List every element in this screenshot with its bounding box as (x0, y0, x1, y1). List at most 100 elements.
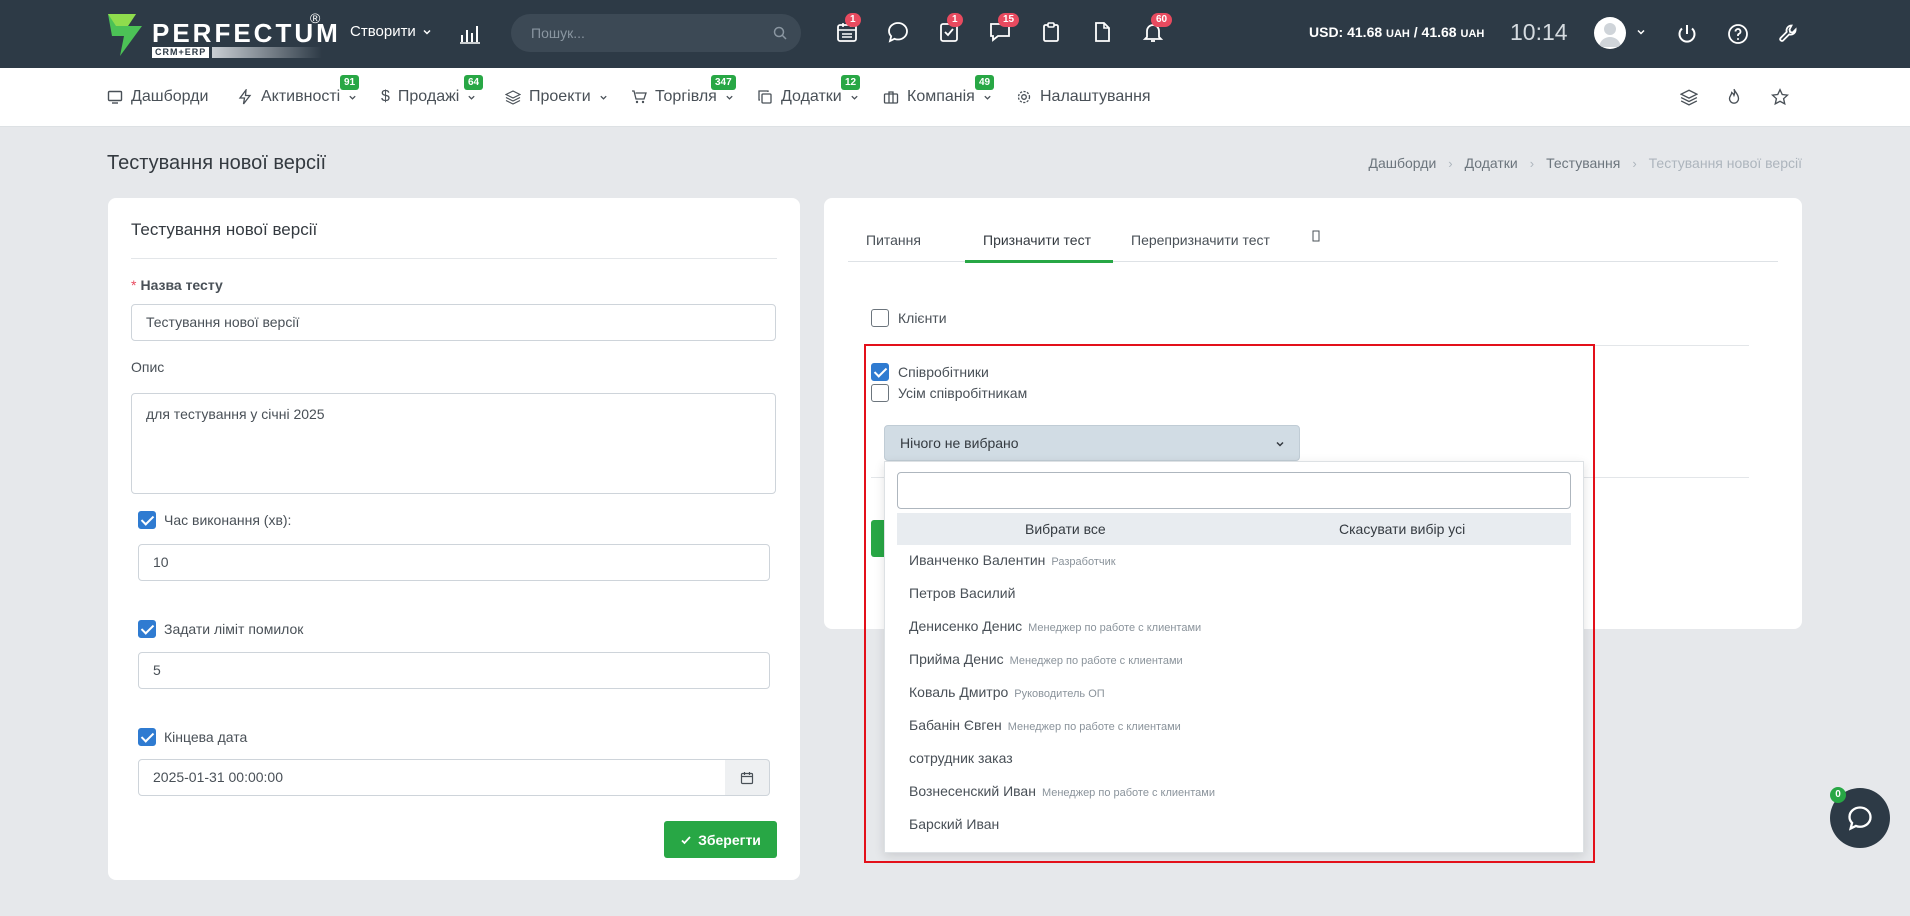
tasks-button[interactable]: 1 (937, 13, 963, 46)
highlight-frame (864, 344, 1595, 863)
top-bar: PERFECTUM ® CRM+ERP Створити 1 1 15 60 U… (0, 0, 1910, 68)
chevron-down-icon (349, 95, 356, 100)
tasks-badge: 1 (947, 13, 963, 27)
date-picker-button[interactable] (725, 759, 770, 796)
create-label: Створити (350, 23, 416, 40)
logo-subtitle: CRM+ERP (152, 47, 210, 58)
avatar[interactable] (1594, 17, 1626, 49)
menu-label: Торгівля (655, 88, 717, 105)
divider (131, 258, 777, 259)
page-title: Тестування нової версії (107, 152, 327, 174)
menu-item-addons[interactable]: Додатки 12 (757, 75, 861, 106)
breadcrumb-item[interactable]: Тестування (1546, 155, 1620, 171)
lightning-icon (238, 89, 252, 105)
clipboard-icon (1043, 22, 1059, 42)
time-input[interactable]: 10 (138, 544, 770, 581)
menu-item-sales[interactable]: $ Продажі 64 (381, 75, 484, 106)
breadcrumb-item[interactable]: Додатки (1465, 155, 1518, 171)
errors-checkbox[interactable] (138, 620, 156, 638)
breadcrumb-item[interactable]: Дашборди (1369, 155, 1437, 171)
chevron-right-icon: › (1529, 155, 1535, 171)
menu-label: Дашборди (131, 88, 209, 105)
chevron-down-icon (423, 29, 431, 35)
logo-mark-icon (108, 14, 142, 56)
search-input[interactable] (531, 14, 761, 52)
dollar-icon: $ (381, 88, 390, 105)
monitor-icon (107, 90, 123, 104)
clients-label: Клієнти (898, 310, 947, 326)
clients-checkbox[interactable] (871, 309, 889, 327)
calendar-button[interactable]: 1 (835, 13, 861, 46)
menu-badge: 91 (340, 75, 360, 90)
menu-label: Налаштування (1040, 88, 1151, 105)
test-name-input[interactable]: Тестування нової версії (131, 304, 776, 341)
calendar-icon (740, 771, 754, 784)
chevron-down-icon (468, 95, 475, 100)
tab-extra[interactable] (1312, 230, 1320, 242)
menu-badge: 64 (464, 75, 484, 90)
menu-item-activities[interactable]: Активності 91 (237, 75, 360, 106)
menu-label: Додатки (781, 88, 842, 105)
chevron-down-icon (851, 95, 858, 100)
menu-item-settings[interactable]: Налаштування (1016, 88, 1151, 106)
document-icon (1095, 22, 1110, 42)
currency-rate: USD: 41.68 UAH / 41.68 UAH (1309, 24, 1484, 40)
save-label: Зберегти (698, 831, 761, 848)
end-date-input[interactable]: 2025-01-31 00:00:00 (138, 759, 726, 796)
tab-reassign-test[interactable]: Перепризначити тест (1131, 232, 1270, 248)
chevron-down-icon[interactable] (1636, 27, 1646, 37)
bar-chart-icon[interactable] (458, 22, 482, 46)
required-mark: * (131, 277, 137, 293)
menu-item-trade[interactable]: Торгівля 347 (631, 75, 736, 106)
gear-icon (1017, 90, 1031, 104)
global-search[interactable] (511, 14, 801, 52)
copy-icon (758, 90, 772, 104)
chevron-down-icon (984, 95, 991, 100)
name-label: * Назва тесту (131, 277, 223, 293)
messages-badge: 15 (998, 13, 1020, 27)
menu-item-company[interactable]: Компанія 49 (883, 75, 995, 106)
placeholder-glyph-icon (1312, 230, 1320, 242)
fire-icon[interactable] (1725, 88, 1743, 106)
clipboard-button[interactable] (1039, 20, 1065, 46)
perfectum-logo[interactable]: PERFECTUM ® CRM+ERP (106, 10, 338, 60)
document-button[interactable] (1090, 20, 1116, 46)
menu-item-projects[interactable]: Проекти (505, 88, 608, 106)
notifications-button[interactable]: 60 (1141, 13, 1173, 46)
create-button[interactable]: Створити (350, 23, 432, 40)
tab-assign-test[interactable]: Призначити тест (983, 232, 1091, 248)
errors-label: Задати ліміт помилок (164, 621, 304, 637)
cart-icon (632, 90, 647, 104)
search-icon[interactable] (773, 26, 787, 40)
test-form-card: Тестування нової версії * Назва тесту Тес… (108, 198, 800, 880)
save-button[interactable]: Зберегти (664, 821, 777, 858)
main-menu: Дашборди Активності 91 $ Продажі 64 Прое… (0, 68, 1910, 127)
menu-badge: 49 (975, 75, 995, 90)
menu-label: Проекти (529, 88, 591, 105)
chat-bubble-icon (1848, 806, 1872, 831)
end-date-checkbox[interactable] (138, 728, 156, 746)
notifications-badge: 60 (1151, 13, 1173, 27)
menu-badge: 12 (841, 75, 861, 90)
layers-icon[interactable] (1680, 88, 1698, 106)
briefcase-icon (883, 91, 899, 104)
time-checkbox[interactable] (138, 511, 156, 529)
wrench-icon[interactable] (1777, 22, 1801, 46)
time-label: Час виконання (хв): (164, 512, 292, 528)
star-icon[interactable] (1771, 88, 1789, 106)
chevron-right-icon: › (1632, 155, 1637, 171)
tab-questions[interactable]: Питання (866, 232, 921, 248)
chevron-down-icon (599, 95, 607, 100)
usd-unit-1: UAH (1386, 28, 1410, 40)
help-icon[interactable] (1726, 22, 1750, 46)
errors-input[interactable]: 5 (138, 652, 770, 689)
breadcrumb: Дашборди › Додатки › Тестування › Тестув… (1369, 155, 1803, 171)
menu-label: Компанія (907, 88, 975, 105)
description-textarea[interactable]: для тестування у січні 2025 (131, 393, 776, 494)
menu-item-dashboards[interactable]: Дашборди (107, 88, 208, 106)
chat-button[interactable] (886, 20, 912, 46)
menu-badge: 347 (711, 75, 736, 90)
power-icon[interactable] (1675, 22, 1699, 46)
chevron-down-icon (726, 95, 733, 100)
messages-button[interactable]: 15 (988, 13, 1020, 46)
